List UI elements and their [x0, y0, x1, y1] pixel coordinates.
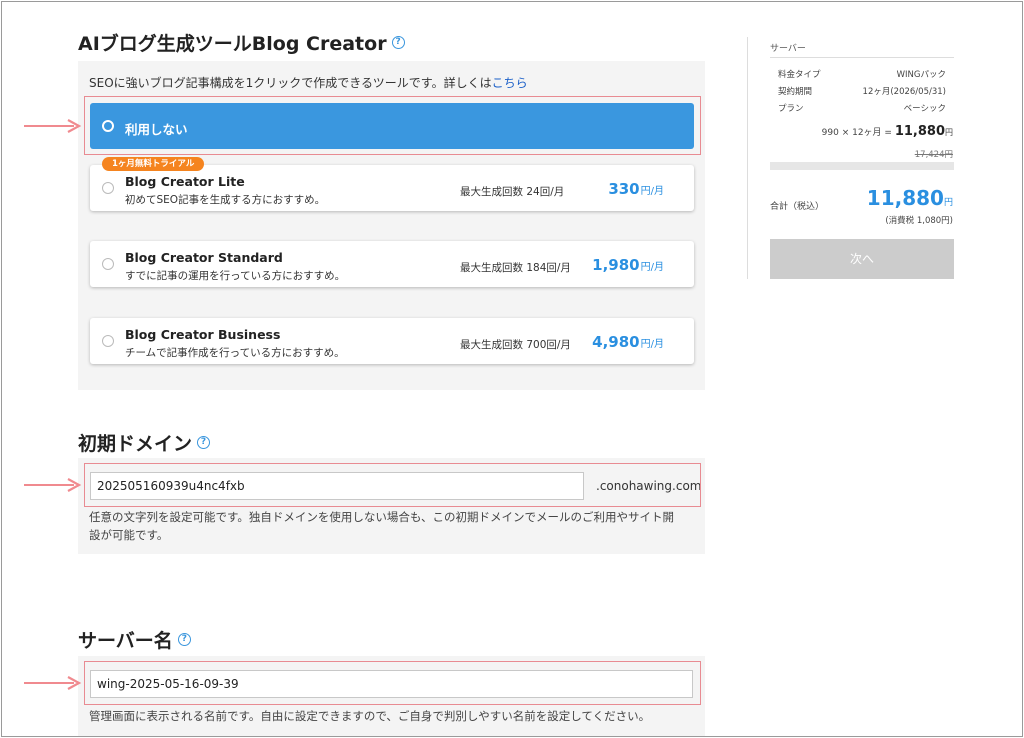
radio-icon[interactable]	[102, 182, 114, 194]
arrow-right-icon	[24, 676, 84, 690]
domain-note: 任意の文字列を設定可能です。独自ドメインを使用しない場合も、この初期ドメインでメ…	[89, 510, 674, 542]
domain-title: 初期ドメイン ?	[78, 429, 211, 456]
trial-badge: 1ヶ月無料トライアル	[102, 157, 205, 171]
radio-icon[interactable]	[102, 335, 114, 347]
price-lite: 330円/月	[608, 180, 664, 198]
highlight-box	[84, 661, 701, 705]
total-label: 合計（税込）	[770, 202, 825, 212]
radio-icon[interactable]	[102, 258, 114, 270]
option-business[interactable]: Blog Creator Business チームで記事作成を行っている方におす…	[90, 318, 694, 364]
total-price: 11,880円	[866, 186, 953, 210]
price-calculation: 990 × 12ヶ月 = 11,880円	[821, 124, 953, 139]
highlight-box	[84, 463, 701, 507]
price-standard: 1,980円/月	[592, 256, 664, 274]
original-price: 17,424円	[914, 150, 953, 160]
arrow-right-icon	[24, 119, 84, 133]
server-name-note: 管理画面に表示される名前です。自由に設定できますので、ご自身で判別しやすい名前を…	[89, 709, 651, 723]
help-icon[interactable]: ?	[177, 633, 191, 646]
order-summary: サーバー 料金タイプ WINGパック 契約期間 12ヶ月(2026/05/31)…	[747, 37, 954, 279]
details-link[interactable]: こちら	[492, 76, 528, 90]
help-icon[interactable]: ?	[197, 436, 211, 449]
price-business: 4,980円/月	[592, 333, 664, 351]
highlight-box	[84, 96, 701, 155]
divider	[770, 57, 954, 58]
arrow-right-icon	[24, 478, 84, 492]
summary-row: 料金タイプ WINGパック	[778, 70, 946, 80]
help-icon[interactable]: ?	[391, 36, 405, 49]
blog-creator-title: AIブログ生成ツールBlog Creator ?	[78, 29, 405, 56]
blog-creator-description: SEOに強いブログ記事構成を1クリックで作成できるツールです。詳しくはこちら	[89, 76, 528, 90]
tax-note: (消費税 1,080円)	[885, 216, 953, 226]
server-name-title: サーバー名 ?	[78, 626, 191, 653]
summary-row: プラン ベーシック	[778, 104, 946, 114]
summary-divider-bar	[770, 162, 954, 170]
option-lite[interactable]: Blog Creator Lite 初めてSEO記事を生成する方におすすめ。 最…	[90, 165, 694, 211]
next-button[interactable]: 次へ	[770, 239, 954, 279]
option-standard[interactable]: Blog Creator Standard すでに記事の運用を行っている方におす…	[90, 241, 694, 287]
page-frame: AIブログ生成ツールBlog Creator ? SEOに強いブログ記事構成を1…	[1, 1, 1023, 737]
summary-row: 契約期間 12ヶ月(2026/05/31)	[778, 87, 946, 97]
summary-section-label: サーバー	[770, 44, 806, 54]
